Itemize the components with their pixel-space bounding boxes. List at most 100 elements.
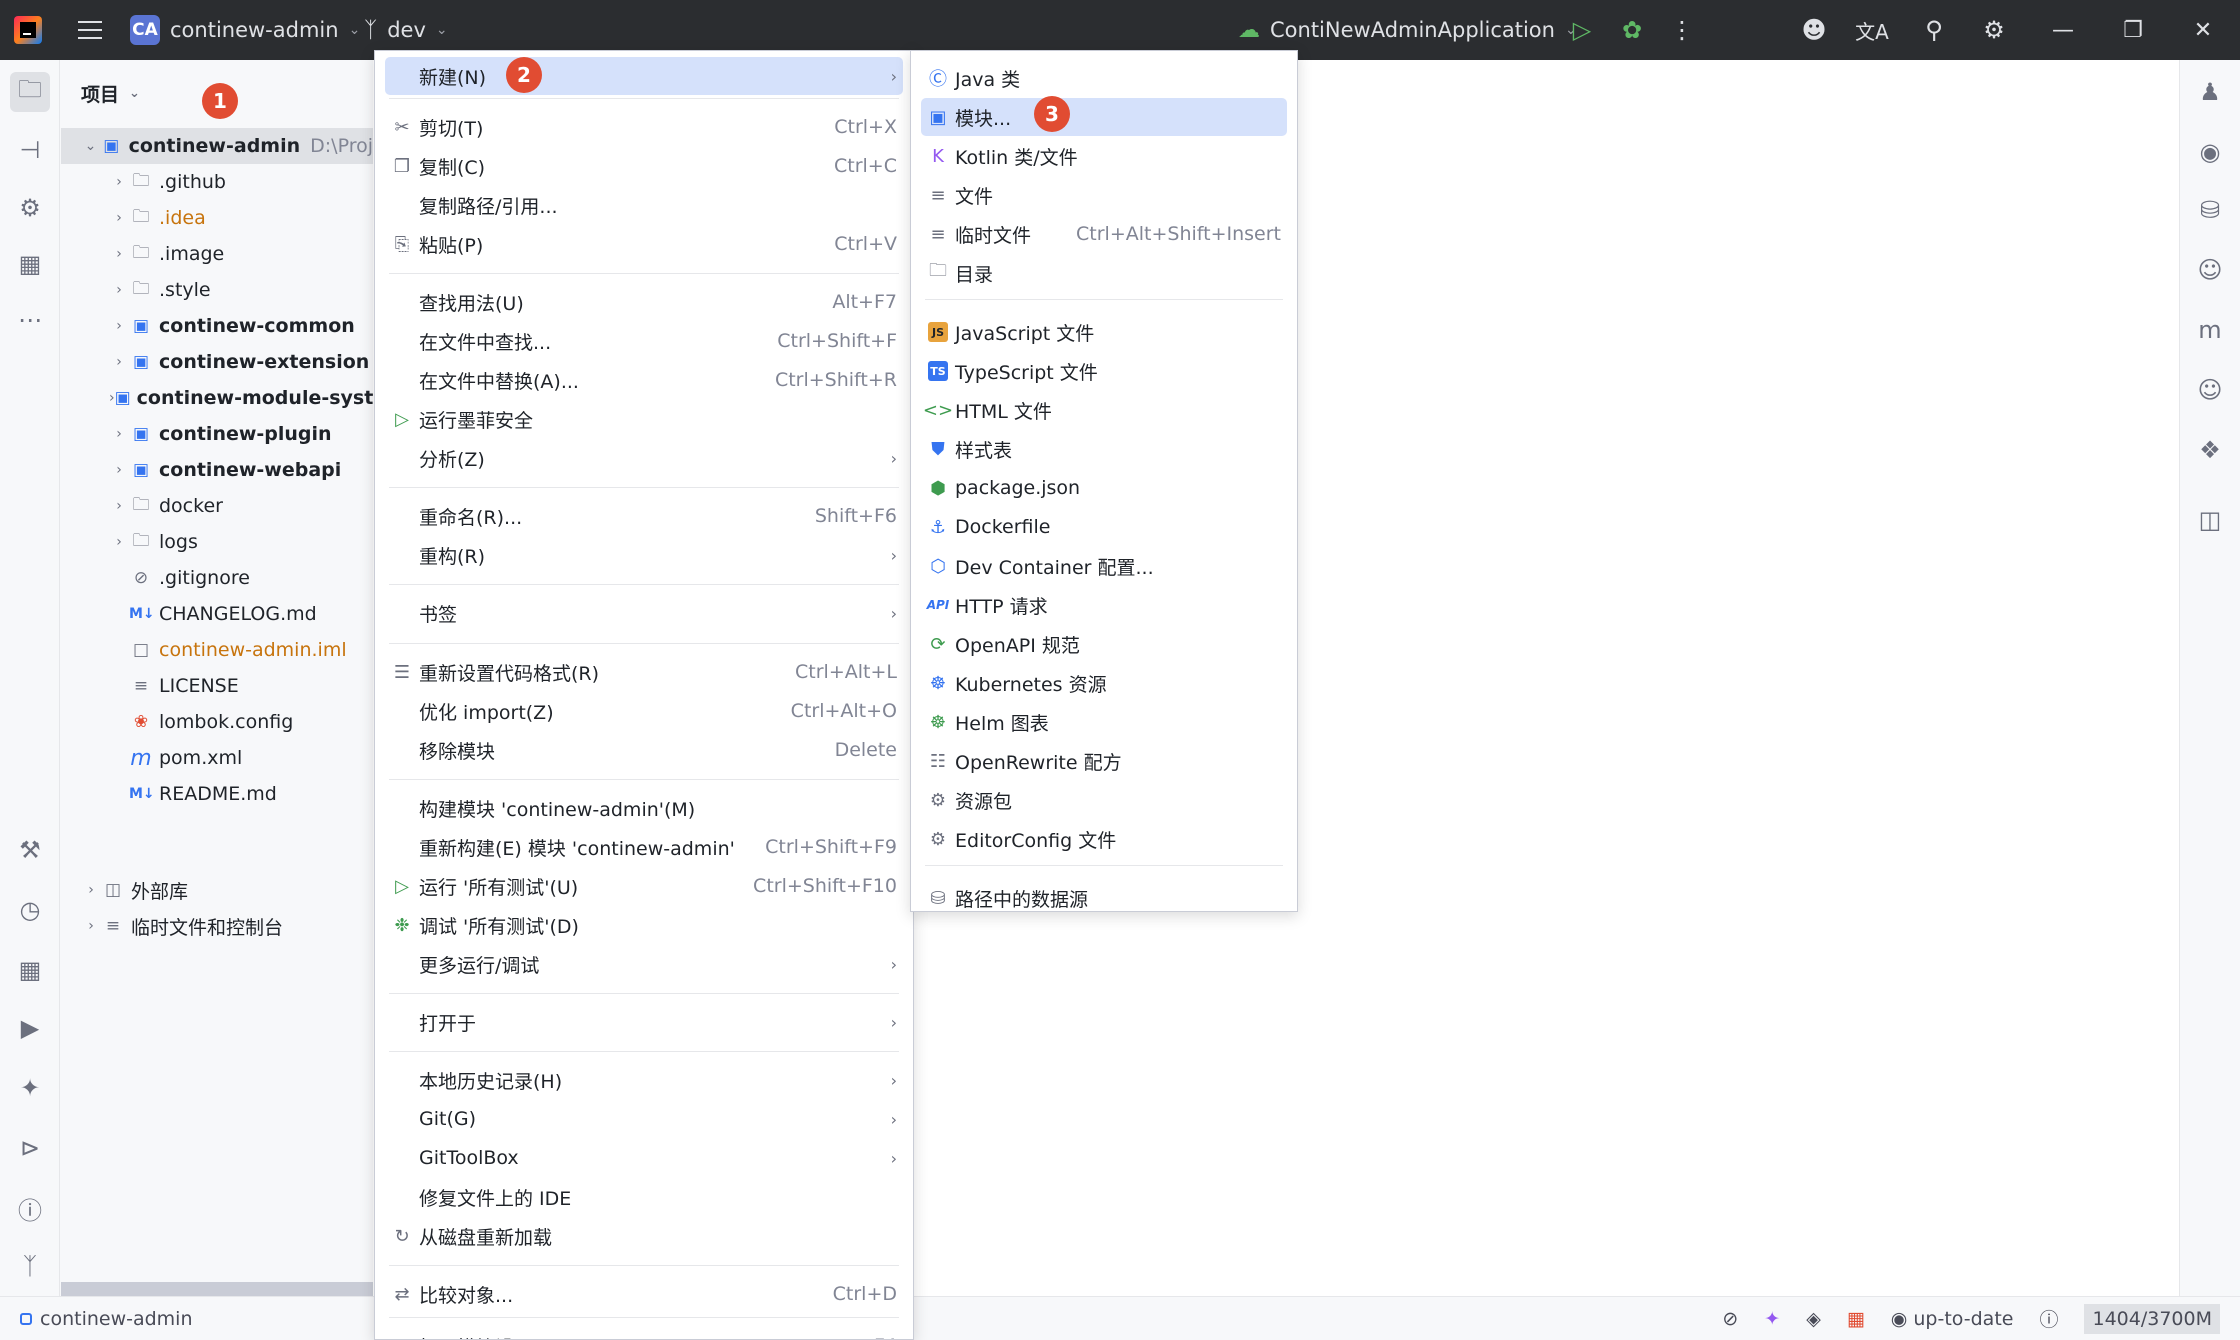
context-menu-item[interactable]: GitToolBox › [385,1139,903,1177]
database-icon[interactable]: ⛁ [2190,190,2230,230]
close-button[interactable]: ✕ [2168,0,2238,60]
tree-external-libraries[interactable]: › ◫ 外部库 [61,872,373,908]
context-menu-item[interactable]: ⇄ 比较对象... Ctrl+D [385,1275,903,1313]
tree-item[interactable]: ⊘ .gitignore [61,560,373,596]
terminal-tool-icon[interactable]: ⊳ [10,1128,50,1168]
commit-tool-icon[interactable]: ⊣ [10,130,50,170]
chevron-right-icon[interactable]: › [109,210,129,226]
tree-item[interactable]: ≡ LICENSE [61,668,373,704]
context-menu-item[interactable]: 本地历史记录(H) › [385,1061,903,1099]
structure-tool-icon[interactable]: ▦ [10,244,50,284]
submenu-item[interactable]: ⟳ OpenAPI 规范 [921,625,1287,663]
build-tool-icon[interactable]: ⚒ [10,830,50,870]
project-tool-icon[interactable]: 🗀 [10,72,50,112]
context-menu-item[interactable]: 打开模块设置F4 [385,1327,903,1339]
ide-settings-button[interactable]: ⚙ [1974,0,2014,60]
tree-item[interactable]: › 🗀 .idea [61,200,373,236]
translation-icon[interactable]: ◫ [2190,500,2230,540]
tree-item[interactable]: › 🗀 logs [61,524,373,560]
submenu-item[interactable]: API HTTP 请求 [921,586,1287,624]
context-menu-item[interactable]: 移除模块 Delete [385,731,903,769]
main-menu-button[interactable] [74,0,106,60]
context-menu-item[interactable]: 重新构建(E) 模块 'continew-admin' Ctrl+Shift+F9 [385,828,903,866]
chevron-right-icon[interactable]: › [109,354,129,370]
minimize-button[interactable]: — [2028,0,2098,60]
project-view-selector[interactable]: 项目 ⌄ [81,80,140,107]
context-menu-item[interactable]: 重命名(R)... Shift+F6 [385,497,903,535]
submenu-item[interactable]: ☸ Kubernetes 资源 [921,664,1287,702]
git-toolbox-status[interactable]: ◉ up-to-date [1891,1308,2014,1330]
submenu-item[interactable]: 🗀 目录 [921,254,1287,292]
chevron-down-icon[interactable]: ⌄ [81,138,100,154]
search-everywhere-button[interactable]: ⚲ [1914,0,1954,60]
submenu-item[interactable]: ☸ Helm 图表 [921,703,1287,741]
context-menu-item[interactable]: ↻ 从磁盘重新加载 [385,1217,903,1255]
tree-item[interactable]: › ▣ continew-extension [61,344,373,380]
context-menu-item[interactable]: 更多运行/调试 › [385,945,903,983]
more-actions-button[interactable]: ⋮ [1662,0,1702,60]
context-menu-item[interactable]: 重构(R) › [385,536,903,574]
context-menu-item[interactable]: ▷ 运行 '所有测试'(U) Ctrl+Shift+F10 [385,867,903,905]
copilot-chat-icon[interactable]: ☺ [2190,370,2230,410]
chevron-right-icon[interactable]: › [109,534,129,550]
tree-root-node[interactable]: ⌄ ▣ continew-admin D:\Proj [61,128,373,164]
tree-item[interactable]: □ continew-admin.iml [61,632,373,668]
tree-item[interactable]: › 🗀 .github [61,164,373,200]
windows-icon[interactable]: ▦ [1847,1308,1865,1330]
submenu-item[interactable]: ⚓ Dockerfile [921,508,1287,546]
tree-scratches[interactable]: › ≡ 临时文件和控制台 [61,908,373,944]
copilot-icon[interactable]: ☺ [2190,250,2230,290]
submenu-item[interactable]: ≡ 临时文件 Ctrl+Alt+Shift+Insert [921,215,1287,253]
submenu-item[interactable]: K Kotlin 类/文件 [921,137,1287,175]
submenu-item[interactable]: ⚙ 资源包 [921,781,1287,819]
git-tool-icon[interactable]: ᛉ [10,1246,50,1286]
tree-item[interactable]: › ▣ continew-module-syste [61,380,373,416]
more-tools-icon[interactable]: ⋯ [10,300,50,340]
context-menu-item[interactable]: 在文件中查找... Ctrl+Shift+F [385,322,903,360]
plugin-status-icon[interactable]: ✦ [1764,1308,1780,1330]
context-menu-item[interactable]: ✂ 剪切(T) Ctrl+X [385,108,903,146]
chevron-right-icon[interactable]: › [81,882,101,898]
horizontal-scrollbar[interactable] [61,1282,373,1296]
project-switcher[interactable]: CA continew-admin ⌄ [130,0,360,60]
submenu-item[interactable]: TS TypeScript 文件 [921,352,1287,390]
context-menu-item[interactable]: 修复文件上的 IDE [385,1178,903,1216]
profiler-tool-icon[interactable]: ◷ [10,890,50,930]
chevron-right-icon[interactable]: › [109,174,129,190]
chevron-right-icon[interactable]: › [109,282,129,298]
context-menu-item[interactable]: ❉ 调试 '所有测试'(D) [385,906,903,944]
intellij-logo-icon[interactable] [14,0,48,60]
tree-item[interactable]: › 🗀 .image [61,236,373,272]
context-menu-item[interactable]: 书签 › [385,594,903,632]
services-tool-icon[interactable]: ▶ [10,1008,50,1048]
context-menu-item[interactable]: ❐ 复制(C) Ctrl+C [385,147,903,185]
context-menu-item[interactable]: 构建模块 'continew-admin'(M) [385,789,903,827]
tree-item[interactable]: › ▣ continew-plugin [61,416,373,452]
tree-item[interactable]: m pom.xml [61,740,373,776]
plugin-grid-icon[interactable]: ▦ [10,950,50,990]
run-button[interactable]: ▷ [1562,0,1602,60]
memory-indicator[interactable]: 1404/3700M [2084,1303,2220,1334]
tree-item[interactable]: ❀ lombok.config [61,704,373,740]
submenu-item[interactable]: JS JavaScript 文件 [921,313,1287,351]
context-menu-item[interactable]: 在文件中替换(A)... Ctrl+Shift+R [385,361,903,399]
context-menu-item[interactable]: 查找用法(U) Alt+F7 [385,283,903,321]
context-menu-item[interactable]: ⎘ 粘贴(P) Ctrl+V [385,225,903,263]
debug-button[interactable]: ✿ [1612,0,1652,60]
chevron-right-icon[interactable]: › [109,318,129,334]
problems-status-icon[interactable]: ⓘ [2039,1305,2058,1332]
code-with-me-button[interactable]: ☻ [1794,0,1834,60]
submenu-item[interactable]: ▣ 模块... [921,98,1287,136]
tree-item[interactable]: › ▣ continew-common [61,308,373,344]
context-menu-item[interactable]: ☰ 重新设置代码格式(R) Ctrl+Alt+L [385,653,903,691]
context-menu-item[interactable]: 分析(Z) › [385,439,903,477]
context-menu-item[interactable]: 新建(N) › [385,57,903,95]
submenu-item[interactable]: ⬡ Dev Container 配置... [921,547,1287,585]
context-menu-item[interactable]: 复制路径/引用... [385,186,903,224]
submenu-item[interactable]: Ⓒ Java 类 [921,59,1287,97]
ai-status-icon[interactable]: ◈ [1806,1308,1821,1330]
tree-item[interactable]: › ▣ continew-webapi [61,452,373,488]
eye-off-icon[interactable]: ⊘ [1722,1308,1738,1330]
notifications-bell-icon[interactable]: ♟ [2190,72,2230,112]
chevron-right-icon[interactable]: › [109,498,129,514]
